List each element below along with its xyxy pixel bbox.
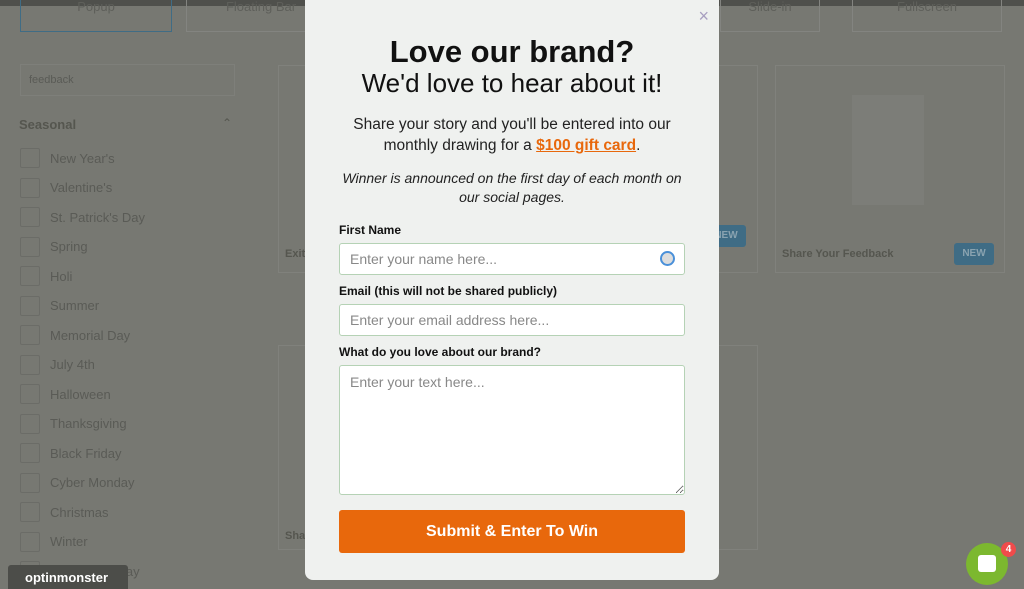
submit-button[interactable]: Submit & Enter To Win [339, 510, 685, 553]
item-label: Thanksgiving [50, 416, 127, 431]
item-label: Memorial Day [50, 327, 131, 343]
gift-card-link[interactable]: $100 gift card [536, 137, 636, 154]
checkbox[interactable] [20, 236, 40, 257]
seasonal-item[interactable]: Summer [20, 295, 100, 316]
checkbox[interactable] [20, 207, 40, 227]
checkbox[interactable] [20, 266, 40, 286]
tab-slide-in[interactable]: Slide-in [720, 0, 820, 32]
password-manager-icon[interactable] [660, 251, 675, 266]
popup-subtitle: We'd love to hear about it! [361, 68, 663, 98]
checkbox[interactable] [20, 354, 40, 375]
seasonal-item[interactable]: New Year's [20, 148, 115, 168]
seasonal-item[interactable]: St. Patrick's Day [20, 207, 145, 227]
popup-title: Love our brand? [389, 34, 635, 69]
item-label: July 4th [50, 357, 95, 372]
seasonal-item[interactable]: Memorial Day [20, 325, 130, 345]
checkbox[interactable] [20, 413, 40, 434]
feedback-popup: × Love our brand? We'd love to hear abou… [305, 0, 719, 580]
item-label: Christmas [50, 504, 109, 520]
item-label: Winter [50, 534, 88, 549]
seasonal-item[interactable]: Christmas [20, 502, 109, 522]
seasonal-item[interactable]: Valentine's [20, 177, 113, 198]
item-label: Holi [50, 268, 73, 284]
template-search-input[interactable]: feedback [20, 64, 235, 96]
checkbox[interactable] [20, 472, 40, 493]
card-name: Share Your Feedback [782, 248, 894, 260]
checkbox[interactable] [20, 443, 40, 463]
first-name-label: First Name [339, 223, 402, 237]
notification-badge: 4 [1001, 542, 1016, 557]
item-label: St. Patrick's Day [50, 209, 145, 225]
seasonal-item[interactable]: Cyber Monday [20, 472, 135, 493]
checkbox[interactable] [20, 502, 40, 522]
seasonal-item[interactable]: Holi [20, 266, 72, 286]
optinmonster-logo: optinmonster [8, 565, 128, 589]
seasonal-item[interactable]: Thanksgiving [20, 413, 127, 434]
feedback-textarea[interactable] [339, 365, 685, 495]
tab-popup[interactable]: Popup [20, 0, 172, 32]
new-badge: NEW [954, 243, 994, 265]
item-label: Black Friday [50, 445, 122, 461]
item-label: Cyber Monday [50, 475, 135, 490]
checkbox[interactable] [20, 384, 40, 404]
chevron-up-icon[interactable]: ⌃ [222, 116, 232, 130]
description-end: . [636, 137, 641, 154]
seasonal-item[interactable]: Winter [20, 531, 88, 552]
first-name-input[interactable] [339, 243, 685, 275]
feedback-label: What do you love about our brand? [339, 345, 541, 359]
tab-fullscreen[interactable]: Fullscreen [852, 0, 1002, 32]
seasonal-item[interactable]: Halloween [20, 384, 111, 404]
popup-description: Share your story and you'll be entered i… [305, 114, 719, 156]
item-label: Spring [50, 239, 88, 254]
item-label: Summer [50, 298, 100, 313]
checkbox[interactable] [20, 295, 40, 316]
checkbox[interactable] [20, 148, 40, 168]
checkbox[interactable] [20, 531, 40, 552]
item-label: Valentine's [50, 180, 113, 195]
seasonal-item[interactable]: July 4th [20, 354, 95, 375]
item-label: Halloween [50, 386, 111, 402]
checkbox[interactable] [20, 325, 40, 345]
checkbox[interactable] [20, 177, 40, 198]
item-label: New Year's [50, 150, 115, 166]
seasonal-item[interactable]: Black Friday [20, 443, 122, 463]
seasonal-item[interactable]: Spring [20, 236, 88, 257]
card-name: Exit [285, 248, 306, 260]
card-name: Sha [285, 530, 306, 542]
template-thumbnail [852, 95, 924, 205]
email-input[interactable] [339, 304, 685, 336]
winner-note: Winner is announced on the first day of … [342, 170, 682, 205]
email-label: Email (this will not be shared publicly) [339, 284, 558, 298]
section-seasonal[interactable]: Seasonal [19, 117, 76, 132]
chat-icon [978, 555, 996, 572]
close-icon[interactable]: × [698, 6, 709, 27]
